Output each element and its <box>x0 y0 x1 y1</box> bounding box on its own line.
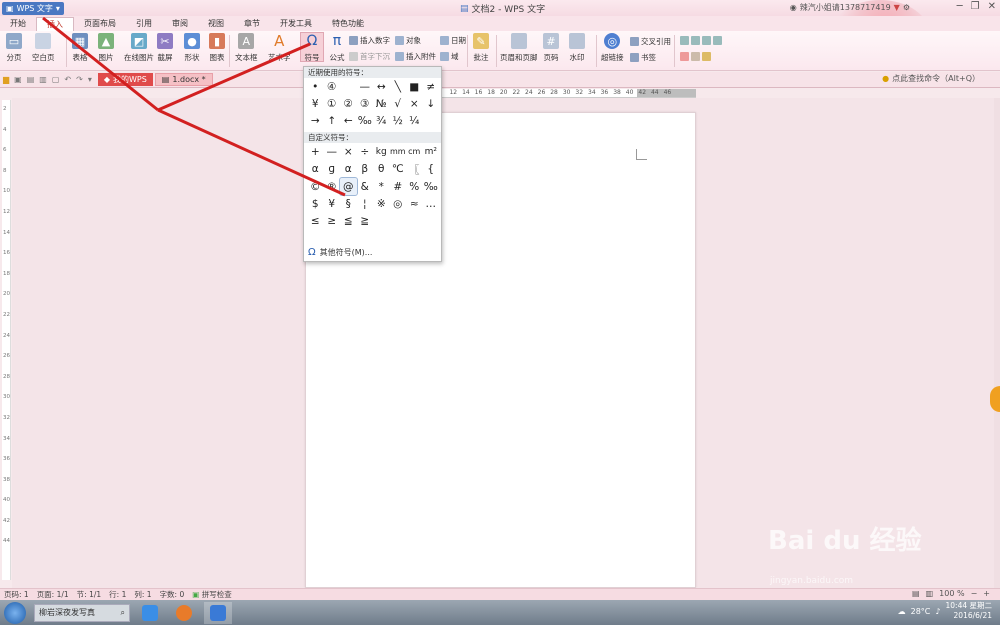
annotation-line <box>157 42 311 112</box>
annotation-line <box>42 16 159 112</box>
annotation-line <box>157 108 346 197</box>
annotation-overlay <box>42 16 346 197</box>
